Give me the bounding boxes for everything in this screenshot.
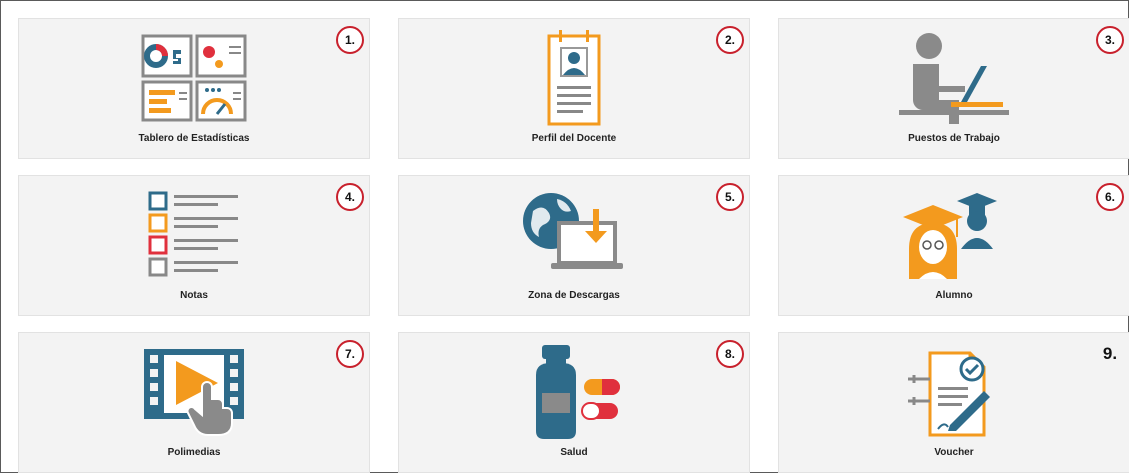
tile-label: Voucher	[934, 447, 974, 458]
voucher-icon	[779, 341, 1129, 443]
tile-number-badge: 6.	[1096, 183, 1124, 211]
tile-label: Alumno	[935, 290, 973, 301]
tile-polimedias[interactable]: Polimedias 7.	[18, 332, 370, 473]
tile-label: Salud	[560, 447, 588, 458]
tile-number-badge: 3.	[1096, 26, 1124, 54]
tile-salud[interactable]: Salud 8.	[398, 332, 750, 473]
tile-number-badge: 5.	[716, 183, 744, 211]
teacher-profile-icon	[399, 27, 749, 129]
tile-alumno[interactable]: Alumno 6.	[778, 175, 1129, 316]
tile-label: Puestos de Trabajo	[908, 133, 1000, 144]
tile-notas[interactable]: Notas 4.	[18, 175, 370, 316]
tile-label: Perfil del Docente	[531, 133, 617, 144]
tile-perfil-del-docente[interactable]: Perfil del Docente 2.	[398, 18, 750, 159]
tile-number-badge: 4.	[336, 183, 364, 211]
tile-number-badge: 2.	[716, 26, 744, 54]
tile-number-badge: 9.	[1102, 344, 1118, 363]
video-play-icon	[19, 341, 369, 443]
module-grid: Tablero de Estadísticas 1. Perfil del Do…	[0, 0, 1129, 473]
grades-list-icon	[19, 184, 369, 286]
health-icon	[399, 341, 749, 443]
tile-label: Zona de Descargas	[528, 290, 620, 301]
tile-number-badge: 8.	[716, 340, 744, 368]
tile-label: Polimedias	[167, 447, 221, 458]
download-zone-icon	[399, 184, 749, 286]
dashboard-icon	[19, 27, 369, 129]
tile-number-badge: 7.	[336, 340, 364, 368]
tile-tablero-de-estadisticas[interactable]: Tablero de Estadísticas 1.	[18, 18, 370, 159]
tile-voucher[interactable]: Voucher 9.	[778, 332, 1129, 473]
tile-number-badge: 1.	[336, 26, 364, 54]
tile-label: Notas	[180, 290, 208, 301]
tile-zona-de-descargas[interactable]: Zona de Descargas 5.	[398, 175, 750, 316]
tile-puestos-de-trabajo[interactable]: Puestos de Trabajo 3.	[778, 18, 1129, 159]
tile-label: Tablero de Estadísticas	[138, 133, 250, 144]
workstation-icon	[779, 27, 1129, 129]
students-icon	[779, 184, 1129, 286]
